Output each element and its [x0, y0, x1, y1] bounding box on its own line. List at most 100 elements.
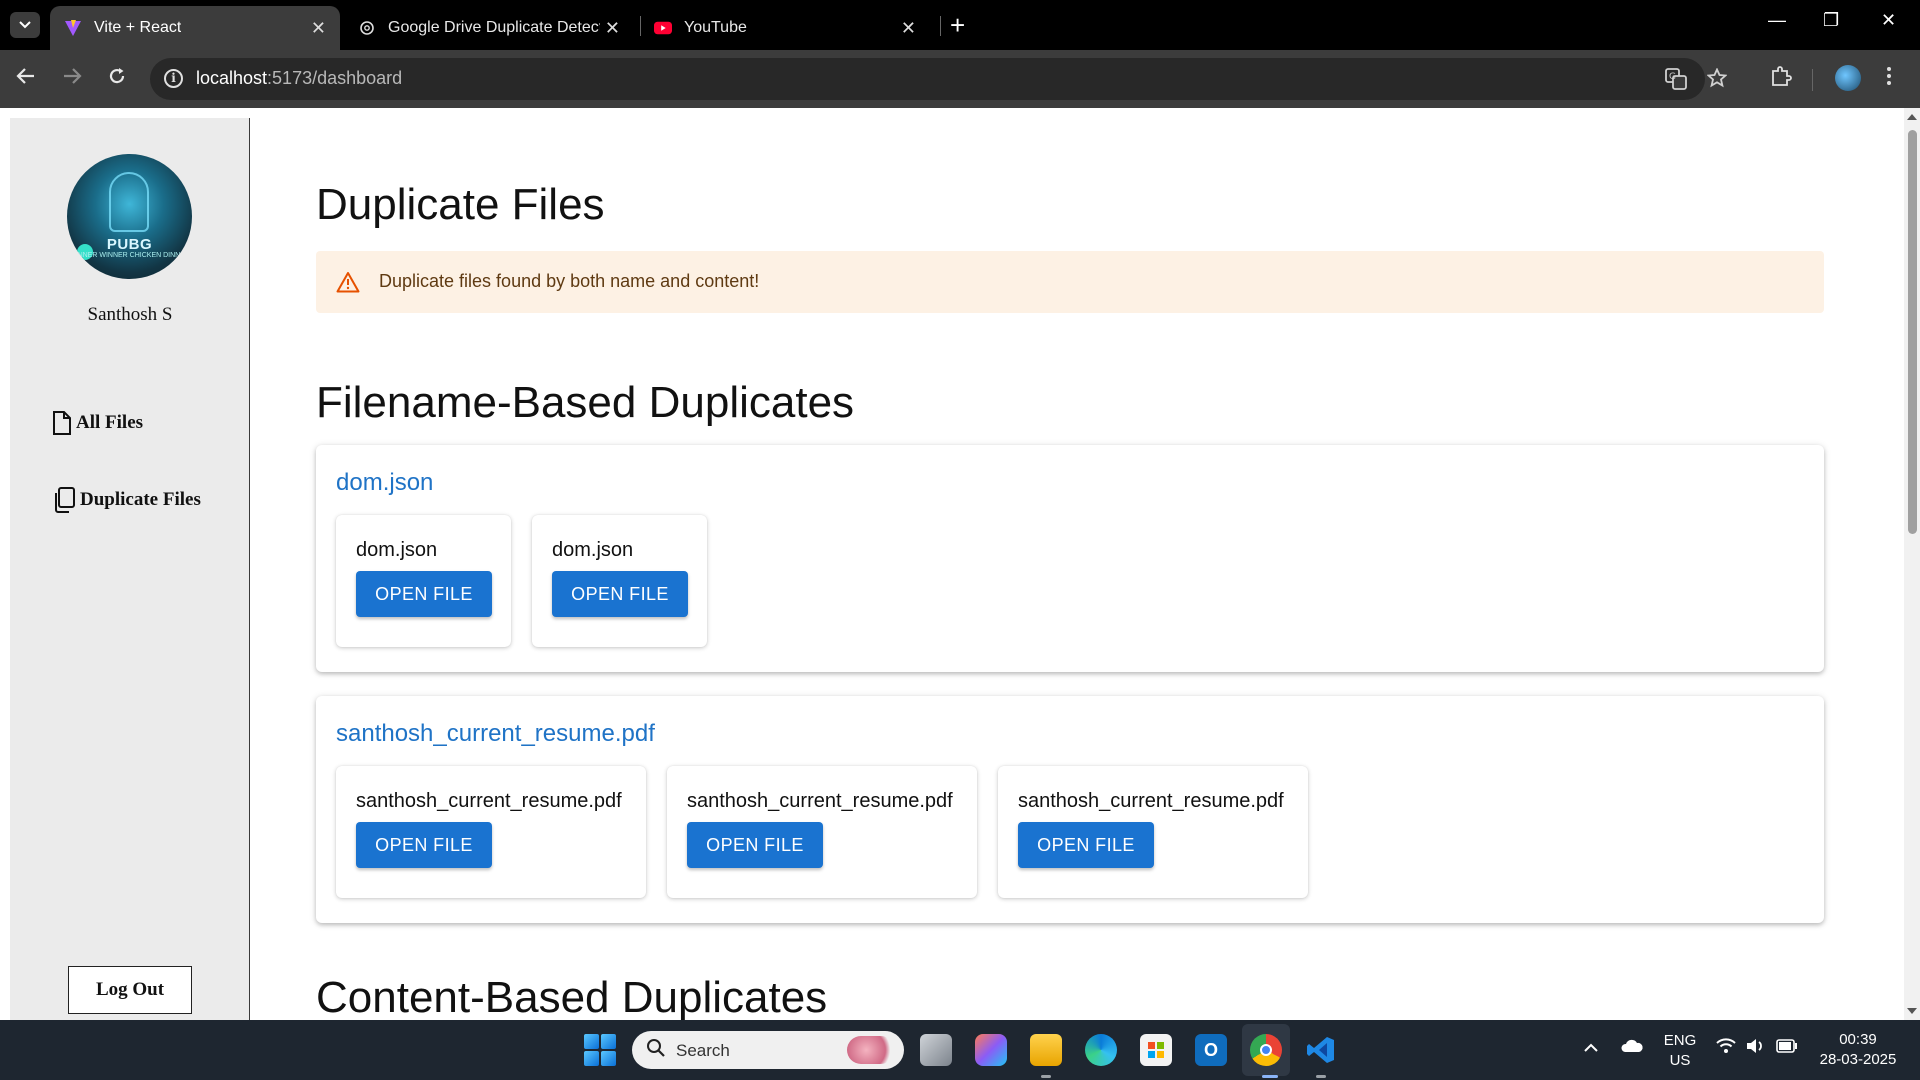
scroll-up-arrow-icon[interactable] — [1907, 114, 1917, 120]
restore-icon[interactable]: ❐ — [1823, 10, 1839, 31]
openai-logo-icon — [358, 19, 376, 37]
browser-toolbar: i localhost:5173/dashboard G — [0, 50, 1920, 108]
page-left-strip — [0, 108, 10, 1020]
more-menu-icon[interactable] — [1886, 65, 1892, 93]
warning-icon — [336, 272, 360, 293]
file-card: santhosh_current_resume.pdf OPEN FILE — [336, 766, 646, 898]
chrome-icon[interactable] — [1250, 1034, 1282, 1066]
sidebar-item-duplicate-files[interactable]: Duplicate Files — [52, 486, 201, 514]
sidebar-item-all-files[interactable]: All Files — [52, 410, 143, 436]
tab-youtube[interactable]: YouTube ✕ — [640, 6, 930, 50]
tab-vite-react[interactable]: Vite + React ✕ — [50, 6, 340, 50]
tab-search-button[interactable] — [10, 12, 40, 38]
windows-logo-icon — [584, 1034, 599, 1049]
sidebar-item-label: All Files — [76, 412, 144, 433]
close-window-icon[interactable]: ✕ — [1881, 10, 1896, 31]
search-label: Search — [676, 1041, 730, 1060]
content-section-title: Content-Based Duplicates — [316, 973, 828, 1020]
copy-icon — [55, 487, 75, 513]
address-url[interactable]: localhost:5173/dashboard — [196, 68, 402, 89]
duplicate-group: dom.json dom.json OPEN FILE dom.json OPE… — [316, 445, 1824, 672]
toolbar-separator — [1812, 69, 1813, 91]
open-file-button[interactable]: OPEN FILE — [356, 822, 492, 868]
site-info-icon[interactable]: i — [164, 69, 183, 88]
extensions-icon[interactable] — [1770, 65, 1792, 93]
sidebar-item-label: Duplicate Files — [80, 489, 201, 510]
volume-icon[interactable] — [1746, 1038, 1766, 1059]
browser-tab-bar: Vite + React ✕ Google Drive Duplicate De… — [0, 0, 1920, 50]
duplicate-group: santhosh_current_resume.pdf santhosh_cur… — [316, 696, 1824, 923]
group-title: santhosh_current_resume.pdf — [336, 720, 655, 747]
avatar-logo-subtext: WINNER WINNER CHICKEN DINNER — [69, 252, 190, 259]
forward-arrow-icon[interactable] — [62, 66, 82, 90]
file-name: santhosh_current_resume.pdf — [687, 790, 953, 812]
alert-message: Duplicate files found by both name and c… — [379, 271, 760, 291]
input-language[interactable]: ENG US — [1660, 1031, 1700, 1071]
tab-close-icon[interactable]: ✕ — [311, 18, 326, 39]
open-file-button[interactable]: OPEN FILE — [687, 822, 823, 868]
clock-date: 28-03-2025 — [1819, 1051, 1897, 1068]
username: Santhosh S — [87, 304, 173, 325]
file-explorer-icon[interactable] — [1030, 1034, 1062, 1066]
vscode-icon[interactable] — [1305, 1034, 1337, 1066]
duplicate-alert: Duplicate files found by both name and c… — [316, 251, 1824, 313]
file-name: santhosh_current_resume.pdf — [356, 790, 622, 812]
user-avatar: PUBG WINNER WINNER CHICKEN DINNER — [67, 154, 192, 279]
file-icon — [53, 411, 71, 435]
clock-time: 00:39 — [1839, 1031, 1877, 1048]
app-running-indicator — [1041, 1075, 1051, 1078]
show-hidden-icons-chevron-icon[interactable] — [1584, 1038, 1598, 1058]
youtube-logo-icon — [654, 19, 672, 37]
file-card: dom.json OPEN FILE — [532, 515, 707, 647]
back-arrow-icon[interactable] — [16, 66, 36, 90]
vite-logo-icon — [64, 19, 82, 37]
file-name: santhosh_current_resume.pdf — [1018, 790, 1284, 812]
app-running-indicator — [1316, 1075, 1326, 1078]
start-button[interactable] — [584, 1034, 616, 1066]
new-tab-button[interactable]: + — [950, 12, 965, 38]
tab-separator — [940, 16, 941, 36]
main-content: Duplicate Files Duplicate files found by… — [316, 108, 1826, 1020]
reload-icon[interactable] — [107, 66, 127, 90]
tab-google-drive[interactable]: Google Drive Duplicate Detectio ✕ — [344, 6, 634, 50]
search-highlight-art — [847, 1036, 895, 1064]
web-page: PUBG WINNER WINNER CHICKEN DINNER Santho… — [0, 108, 1920, 1020]
address-bar[interactable]: i localhost:5173/dashboard G — [150, 58, 1728, 100]
profile-avatar[interactable] — [1835, 65, 1861, 91]
chevron-down-icon — [19, 21, 31, 29]
app-active-indicator — [1262, 1075, 1278, 1078]
taskbar-search[interactable]: Search — [632, 1031, 904, 1069]
edge-icon[interactable] — [1085, 1034, 1117, 1066]
copilot-icon[interactable] — [975, 1034, 1007, 1066]
tab-title: Vite + React — [94, 19, 182, 36]
file-name: dom.json — [552, 539, 634, 561]
file-card: santhosh_current_resume.pdf OPEN FILE — [667, 766, 977, 898]
search-icon — [646, 1038, 666, 1064]
open-file-button[interactable]: OPEN FILE — [1018, 822, 1154, 868]
open-file-button[interactable]: OPEN FILE — [356, 571, 492, 617]
scroll-down-arrow-icon[interactable] — [1907, 1008, 1917, 1014]
avatar-figure — [109, 172, 149, 232]
file-card: dom.json OPEN FILE — [336, 515, 511, 647]
bookmark-star-icon[interactable] — [1706, 67, 1728, 94]
battery-icon[interactable] — [1776, 1038, 1798, 1058]
svg-text:G: G — [1669, 72, 1676, 82]
sidebar: PUBG WINNER WINNER CHICKEN DINNER Santho… — [10, 118, 250, 1020]
group-title: dom.json — [336, 469, 434, 496]
tab-close-icon[interactable]: ✕ — [605, 18, 620, 39]
open-file-button[interactable]: OPEN FILE — [552, 571, 688, 617]
scrollbar-thumb[interactable] — [1908, 130, 1917, 534]
translate-icon[interactable]: G — [1665, 68, 1687, 96]
store-icon[interactable] — [1140, 1034, 1172, 1066]
task-view-icon[interactable] — [920, 1034, 952, 1066]
outlook-icon[interactable]: O — [1195, 1034, 1227, 1066]
tab-close-icon[interactable]: ✕ — [901, 18, 916, 39]
page-scrollbar[interactable] — [1904, 108, 1920, 1020]
clock[interactable]: 00:39 28-03-2025 — [1808, 1030, 1908, 1070]
minimize-icon[interactable]: — — [1768, 10, 1786, 31]
onedrive-icon[interactable] — [1620, 1038, 1644, 1059]
logout-button[interactable]: Log Out — [68, 966, 192, 1014]
file-name: dom.json — [356, 539, 438, 561]
tab-title: Google Drive Duplicate Detectio — [388, 19, 600, 36]
wifi-icon[interactable] — [1716, 1038, 1736, 1059]
